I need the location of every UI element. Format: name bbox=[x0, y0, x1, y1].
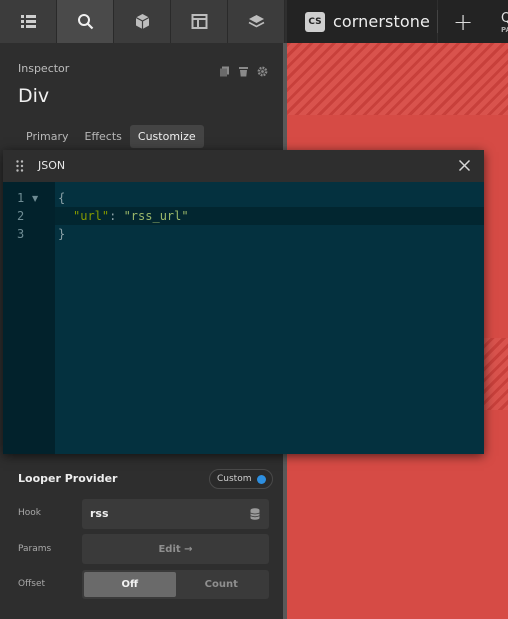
inspector-actions bbox=[219, 62, 268, 77]
line-number: 1 bbox=[17, 191, 25, 205]
close-brace: } bbox=[58, 227, 66, 241]
json-colon: : bbox=[109, 209, 124, 223]
hook-field[interactable]: rss bbox=[82, 499, 269, 529]
status-dot-icon bbox=[257, 474, 267, 484]
top-toolbar: CS cornerstone + Q PA bbox=[0, 0, 508, 43]
cs-badge: CS bbox=[305, 11, 325, 32]
offset-toggle[interactable]: Off Count bbox=[82, 570, 269, 599]
cornerstone-logo[interactable]: CS cornerstone bbox=[287, 0, 437, 43]
drag-handle-icon[interactable] bbox=[16, 160, 24, 172]
layout-icon bbox=[191, 14, 207, 29]
looper-provider-badge-label: Custom bbox=[217, 474, 252, 484]
json-modal-header[interactable]: JSON bbox=[3, 150, 484, 182]
line-number: 3 bbox=[17, 227, 25, 241]
inspector-label: Inspector bbox=[18, 62, 70, 75]
hook-value: rss bbox=[90, 507, 109, 520]
page-switcher[interactable]: Q PA bbox=[488, 0, 508, 43]
code-line-1[interactable]: { bbox=[58, 191, 65, 205]
layout-list-button[interactable] bbox=[0, 0, 57, 43]
params-edit-button[interactable]: Edit → bbox=[82, 534, 269, 564]
copy-icon[interactable] bbox=[219, 62, 230, 77]
layers-icon bbox=[248, 15, 264, 28]
database-icon[interactable] bbox=[250, 508, 260, 520]
search-icon bbox=[77, 14, 93, 30]
page-switcher-sub: PA bbox=[501, 26, 508, 34]
list-icon bbox=[20, 15, 36, 28]
json-editor-modal: JSON 1 ▼ 2 3 { "url": "rss_url" } bbox=[3, 150, 484, 454]
gear-icon[interactable] bbox=[257, 62, 268, 77]
line-number-gutter: 1 ▼ 2 3 bbox=[3, 182, 55, 454]
tab-primary[interactable]: Primary bbox=[18, 125, 77, 148]
hatch-region bbox=[287, 43, 508, 115]
element-title: Div bbox=[18, 85, 50, 107]
templates-button[interactable] bbox=[171, 0, 228, 43]
json-modal-title: JSON bbox=[38, 159, 66, 172]
line-number: 2 bbox=[17, 209, 25, 223]
offset-off-option[interactable]: Off bbox=[84, 572, 176, 597]
elements-button[interactable] bbox=[114, 0, 171, 43]
layers-button[interactable] bbox=[228, 0, 285, 43]
code-line-2[interactable]: "url": "rss_url" bbox=[73, 209, 189, 223]
hook-label: Hook bbox=[18, 508, 41, 518]
inspector-button[interactable] bbox=[57, 0, 114, 43]
offset-label: Offset bbox=[18, 579, 46, 589]
params-label: Params bbox=[18, 544, 52, 554]
json-key: "url" bbox=[73, 209, 110, 223]
code-line-3[interactable]: } bbox=[58, 227, 65, 241]
trash-icon[interactable] bbox=[238, 62, 249, 77]
inspector-tabs: Primary Effects Customize bbox=[18, 125, 204, 148]
looper-provider-title: Looper Provider bbox=[18, 472, 118, 485]
json-value: "rss_url" bbox=[123, 209, 189, 223]
close-icon[interactable] bbox=[458, 159, 471, 172]
fold-arrow-icon[interactable]: ▼ bbox=[32, 194, 38, 203]
looper-provider-toggle[interactable]: Custom bbox=[209, 469, 274, 489]
add-button[interactable]: + bbox=[438, 0, 488, 43]
offset-count-option[interactable]: Count bbox=[176, 572, 268, 597]
open-brace: { bbox=[58, 191, 66, 205]
cube-icon bbox=[135, 14, 149, 29]
page-switcher-letter: Q bbox=[501, 11, 508, 26]
tab-customize[interactable]: Customize bbox=[129, 125, 204, 148]
tab-effects[interactable]: Effects bbox=[77, 125, 130, 148]
brand-name: cornerstone bbox=[333, 12, 430, 31]
